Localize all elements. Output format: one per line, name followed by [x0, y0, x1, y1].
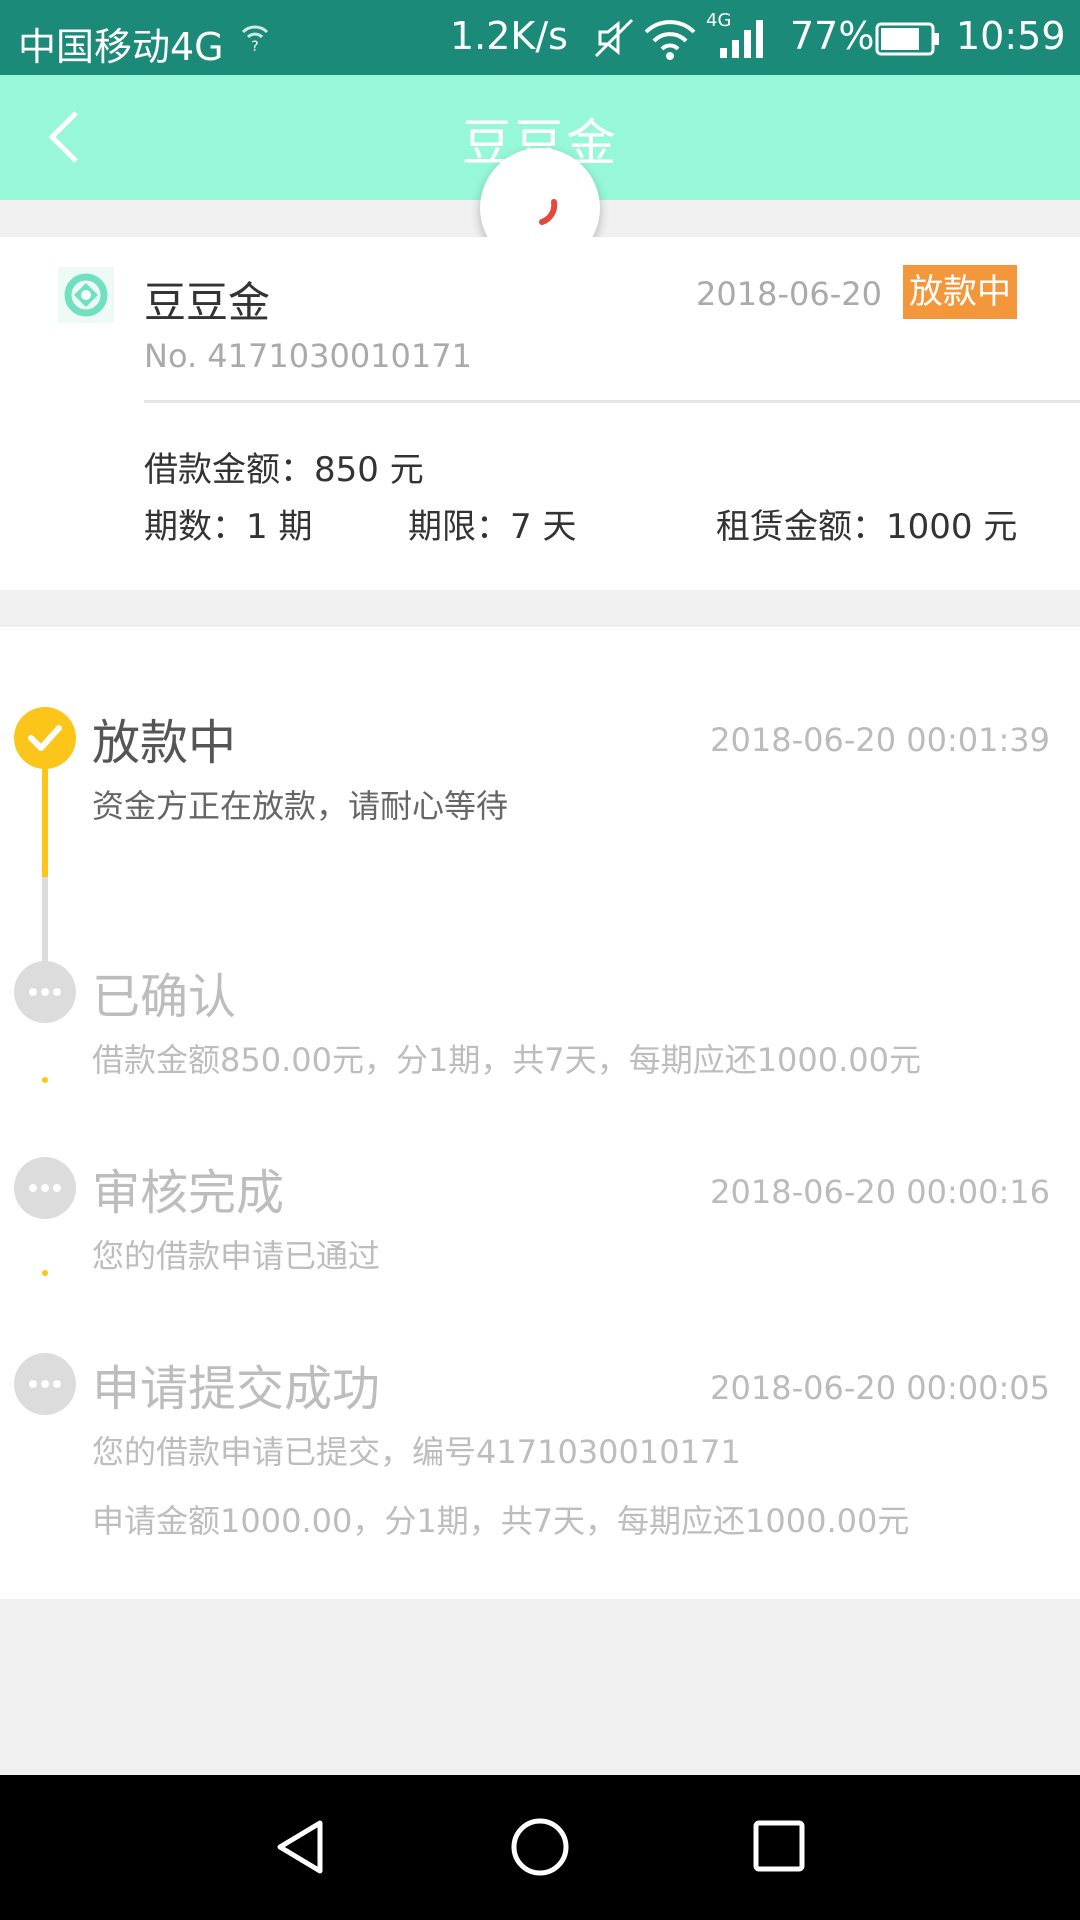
status-timeline: 放款中 2018-06-20 00:01:39 资金方正在放款，请耐心等待 已确… — [0, 627, 1080, 1599]
timeline-title: 已确认 — [92, 969, 237, 1025]
nav-back-icon[interactable] — [272, 1817, 328, 1877]
timeline-dot — [42, 1077, 48, 1083]
loan-term: 期限：7 天 — [408, 507, 577, 547]
mute-icon — [594, 18, 634, 58]
timeline-desc: 资金方正在放款，请耐心等待 — [92, 787, 509, 825]
app-logo-icon — [58, 267, 114, 323]
nav-recent-icon[interactable] — [752, 1819, 806, 1873]
timeline-title: 审核完成 — [92, 1165, 285, 1221]
loan-card[interactable]: 豆豆金 2018-06-20 放款中 No. 4171030010171 借款金… — [0, 237, 1080, 590]
lease-amount: 租赁金额：1000 元 — [716, 507, 1018, 547]
loan-amount: 借款金额：850 元 — [144, 450, 424, 490]
timeline-desc: 您的借款申请已提交，编号4171030010171 — [92, 1433, 741, 1471]
wifi-icon — [644, 20, 696, 60]
timeline-time: 2018-06-20 00:00:16 — [710, 1173, 1050, 1211]
timeline-line-pending — [42, 877, 48, 973]
pending-dots-icon — [14, 1157, 76, 1219]
timeline-desc: 申请金额1000.00，分1期，共7天，每期应还1000.00元 — [92, 1502, 910, 1540]
divider — [144, 400, 1080, 403]
wifi-question-icon: ? — [241, 25, 269, 54]
signal-icon — [720, 20, 763, 58]
timeline-desc: 您的借款申请已通过 — [92, 1237, 381, 1275]
status-bar: 中国移动4G ? 1.2K/s 4G 77% 10:59 — [0, 0, 1080, 75]
network-speed: 1.2K/s — [450, 14, 568, 58]
timeline-title: 申请提交成功 — [92, 1361, 381, 1417]
clock: 10:59 — [956, 14, 1066, 58]
timeline-time: 2018-06-20 00:00:05 — [710, 1369, 1050, 1407]
carrier-label: 中国移动4G — [18, 25, 224, 69]
timeline-dot — [42, 1270, 48, 1276]
svg-text:?: ? — [251, 39, 258, 54]
loan-date: 2018-06-20 — [696, 275, 882, 313]
loan-product-name: 豆豆金 — [144, 278, 271, 327]
battery-icon — [875, 22, 939, 56]
pending-dots-icon — [14, 961, 76, 1023]
status-badge: 放款中 — [903, 265, 1017, 319]
pending-dots-icon — [14, 1353, 76, 1415]
system-nav-bar — [0, 1775, 1080, 1920]
loan-number: No. 4171030010171 — [144, 337, 472, 375]
timeline-time: 2018-06-20 00:01:39 — [710, 721, 1050, 759]
battery-percent: 77% — [790, 14, 875, 58]
nav-home-icon[interactable] — [510, 1817, 570, 1877]
timeline-title: 放款中 — [92, 715, 237, 771]
check-icon — [14, 707, 76, 769]
loan-periods: 期数：1 期 — [144, 507, 313, 547]
timeline-desc: 借款金额850.00元，分1期，共7天，每期应还1000.00元 — [92, 1041, 922, 1079]
